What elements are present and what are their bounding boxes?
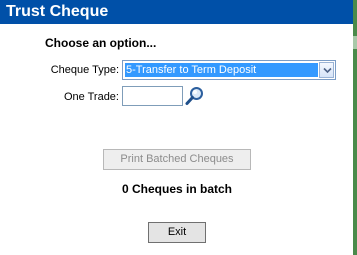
print-batched-cheques-button[interactable]: Print Batched Cheques bbox=[103, 149, 251, 170]
one-trade-input[interactable] bbox=[122, 86, 183, 106]
batch-status: 0 Cheques in batch bbox=[121, 182, 233, 196]
cheque-type-label: Cheque Type: bbox=[50, 64, 119, 76]
one-trade-label: One Trade: bbox=[63, 91, 119, 103]
dropdown-button[interactable] bbox=[319, 62, 334, 78]
exit-button[interactable]: Exit bbox=[148, 222, 206, 243]
cheque-type-selected-value: 5-Transfer to Term Deposit bbox=[125, 63, 318, 77]
search-button[interactable] bbox=[184, 85, 206, 107]
magnifier-icon bbox=[185, 87, 203, 105]
chevron-down-icon bbox=[323, 67, 332, 74]
background-window-edge-highlight bbox=[353, 36, 357, 49]
window-title: Trust Cheque bbox=[6, 3, 109, 20]
trust-cheque-window: Trust Cheque Choose an option... Cheque … bbox=[0, 0, 353, 255]
cheque-type-select[interactable]: 5-Transfer to Term Deposit bbox=[122, 60, 336, 80]
background-window-edge bbox=[353, 0, 357, 255]
choose-option-prompt: Choose an option... bbox=[45, 36, 157, 50]
title-bar: Trust Cheque bbox=[0, 0, 353, 24]
